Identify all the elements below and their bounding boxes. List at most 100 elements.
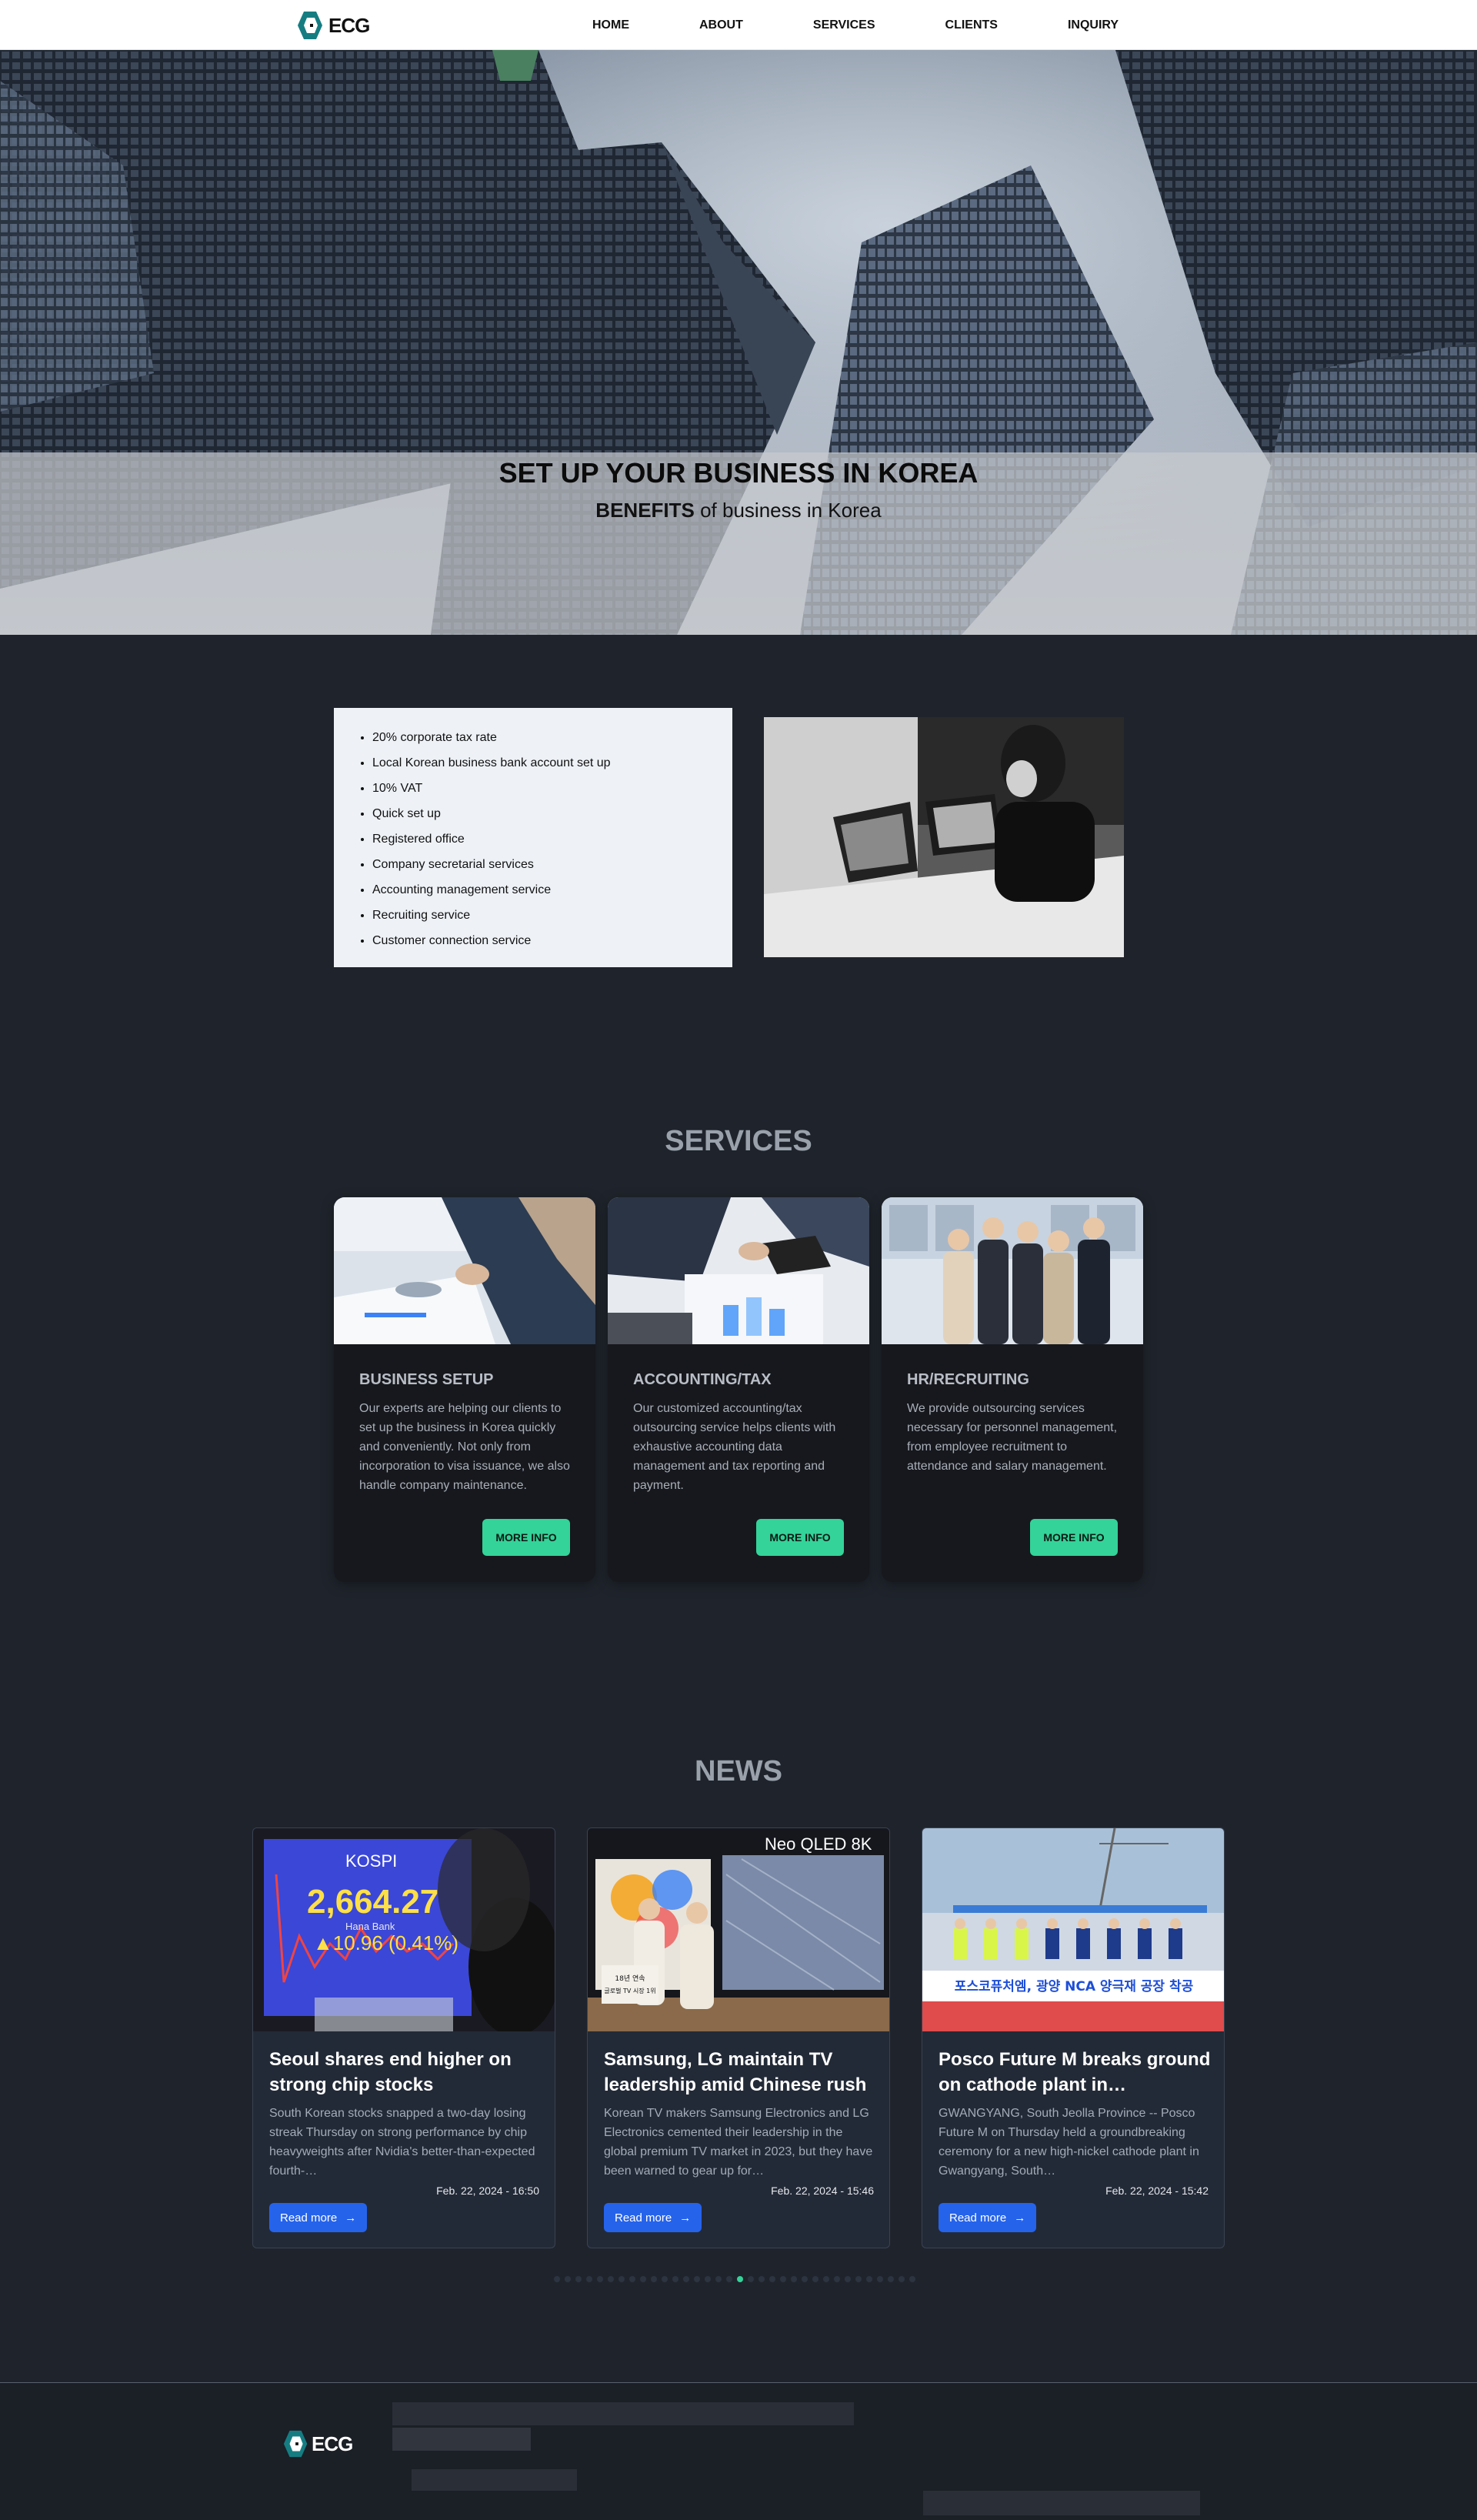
carousel-dot[interactable] [899,2276,905,2282]
nav-services[interactable]: SERVICES [813,18,875,32]
hana-bank-label: Hana Bank [345,1921,395,1932]
read-more-label: Read more [615,2211,672,2225]
navbar: ECG HOME ABOUT SERVICES CLIENTS INQUIRY [0,0,1477,50]
carousel-dot[interactable] [791,2276,797,2282]
news-headline[interactable]: Samsung, LG maintain TV leadership amid … [604,2047,877,2098]
news-image-kospi: KOSPI 2,664.27 ▲10.96 (0.41%) Hana Bank [253,1828,555,2031]
services-title: SERVICES [665,1125,812,1157]
hero-title: SET UP YOUR BUSINESS IN KOREA [498,457,979,489]
more-info-button[interactable]: MORE INFO [756,1519,844,1556]
read-more-button[interactable]: Read more → [604,2203,702,2232]
news-summary: Korean TV makers Samsung Electronics and… [604,2107,873,2178]
carousel-dot[interactable] [651,2276,657,2282]
carousel-dot[interactable] [672,2276,678,2282]
carousel-dot[interactable] [694,2276,700,2282]
service-name: BUSINESS SETUP [359,1371,494,1388]
carousel-dot[interactable] [877,2276,883,2282]
nav-clients[interactable]: CLIENTS [945,18,998,32]
hero-subtitle-bold: BENEFITS [595,499,695,522]
service-image [882,1197,1143,1344]
promo-sign-line2: 글로벌 TV 시장 1위 [604,1987,655,1994]
ecg-logo-icon [283,2430,308,2458]
carousel-dot[interactable] [597,2276,603,2282]
footer-logo-text: ECG [312,2432,353,2455]
carousel-dot[interactable] [769,2276,775,2282]
news-headline[interactable]: Seoul shares end higher on strong chip s… [269,2047,542,2098]
footer-blurred-info [923,2491,1200,2515]
carousel-dot[interactable] [662,2276,668,2282]
benefit-item: Registered office [372,826,709,852]
nav-inquiry[interactable]: INQUIRY [1068,18,1119,32]
service-image [608,1197,869,1344]
carousel-dot[interactable] [866,2276,872,2282]
carousel-dot[interactable] [759,2276,765,2282]
benefit-item: Quick set up [372,801,709,826]
nav-menu: HOME ABOUT SERVICES CLIENTS INQUIRY [592,0,1182,50]
carousel-dot[interactable] [565,2276,571,2282]
arrow-right-icon: → [679,2211,692,2225]
carousel-dot[interactable] [845,2276,851,2282]
carousel-dot[interactable] [629,2276,635,2282]
benefit-item: Accounting management service [372,877,709,903]
service-image [334,1197,595,1344]
read-more-label: Read more [949,2211,1007,2225]
footer-blurred-info [392,2402,854,2425]
carousel-dot[interactable] [608,2276,614,2282]
news-card: 포스코퓨처엠, 광양 NCA 양극재 공장 착공 Posco Future M … [922,1827,1225,2248]
office-photo [764,717,1124,957]
logo[interactable]: ECG [296,9,381,42]
carousel-dot[interactable] [888,2276,894,2282]
carousel-dot[interactable] [575,2276,582,2282]
carousel-dot[interactable] [909,2276,915,2282]
read-more-button[interactable]: Read more → [939,2203,1037,2232]
news-summary: GWANGYANG, South Jeolla Province -- Posc… [939,2107,1199,2178]
news-headline[interactable]: Posco Future M breaks ground on cathode … [939,2047,1212,2098]
carousel-dot[interactable] [586,2276,592,2282]
carousel-dot[interactable] [726,2276,732,2282]
carousel-pagination [554,2275,920,2283]
read-more-button[interactable]: Read more → [269,2203,368,2232]
carousel-dot[interactable] [823,2276,829,2282]
neo-qled-banner: Neo QLED 8K [765,1834,872,1854]
kospi-value: 2,664.27 [307,1883,438,1921]
carousel-dot[interactable] [855,2276,862,2282]
footer-logo[interactable]: ECG [282,2429,353,2458]
news-title: NEWS [695,1755,782,1787]
promo-sign-line1: 18년 연속 [615,1974,645,1983]
news-date: Feb. 22, 2024 - 15:46 [771,2185,874,2197]
nav-home[interactable]: HOME [592,18,629,32]
service-name: HR/RECRUITING [907,1371,1029,1388]
kospi-label: KOSPI [345,1851,397,1871]
news-date: Feb. 22, 2024 - 16:50 [436,2185,539,2197]
more-info-button[interactable]: MORE INFO [482,1519,570,1556]
carousel-dot[interactable] [802,2276,808,2282]
carousel-dot[interactable] [640,2276,646,2282]
carousel-dot[interactable] [715,2276,722,2282]
carousel-dot[interactable] [737,2276,743,2282]
logo-text: ECG [328,13,370,37]
benefit-item: 10% VAT [372,776,709,801]
hero-subtitle: BENEFITS of business in Korea [0,499,1477,522]
hero-banner [0,50,1477,635]
nav-about[interactable]: ABOUT [699,18,743,32]
posco-banner: 포스코퓨처엠, 광양 NCA 양극재 공장 착공 [955,1979,1194,1994]
carousel-dot[interactable] [618,2276,625,2282]
office-photo-image [764,717,1124,957]
carousel-dot[interactable] [683,2276,689,2282]
carousel-dot[interactable] [812,2276,819,2282]
more-info-button[interactable]: MORE INFO [1030,1519,1118,1556]
service-card-accounting-tax: ACCOUNTING/TAX Our customized accounting… [608,1197,869,1582]
service-description: Our experts are helping our clients to s… [359,1402,570,1492]
hero-subtitle-rest: of business in Korea [694,499,882,522]
carousel-dot[interactable] [554,2276,560,2282]
news-summary: South Korean stocks snapped a two-day lo… [269,2107,535,2178]
carousel-dot[interactable] [780,2276,786,2282]
carousel-dot[interactable] [705,2276,711,2282]
benefit-item: Customer connection service [372,928,709,953]
benefits-list: 20% corporate tax rate Local Korean busi… [334,708,732,967]
carousel-dot[interactable] [748,2276,754,2282]
service-card-hr-recruiting: HR/RECRUITING We provide outsourcing ser… [882,1197,1143,1582]
carousel-dot[interactable] [834,2276,840,2282]
news-card: KOSPI 2,664.27 ▲10.96 (0.41%) Hana Bank … [252,1827,555,2248]
service-description: Our customized accounting/tax outsourcin… [633,1402,836,1492]
